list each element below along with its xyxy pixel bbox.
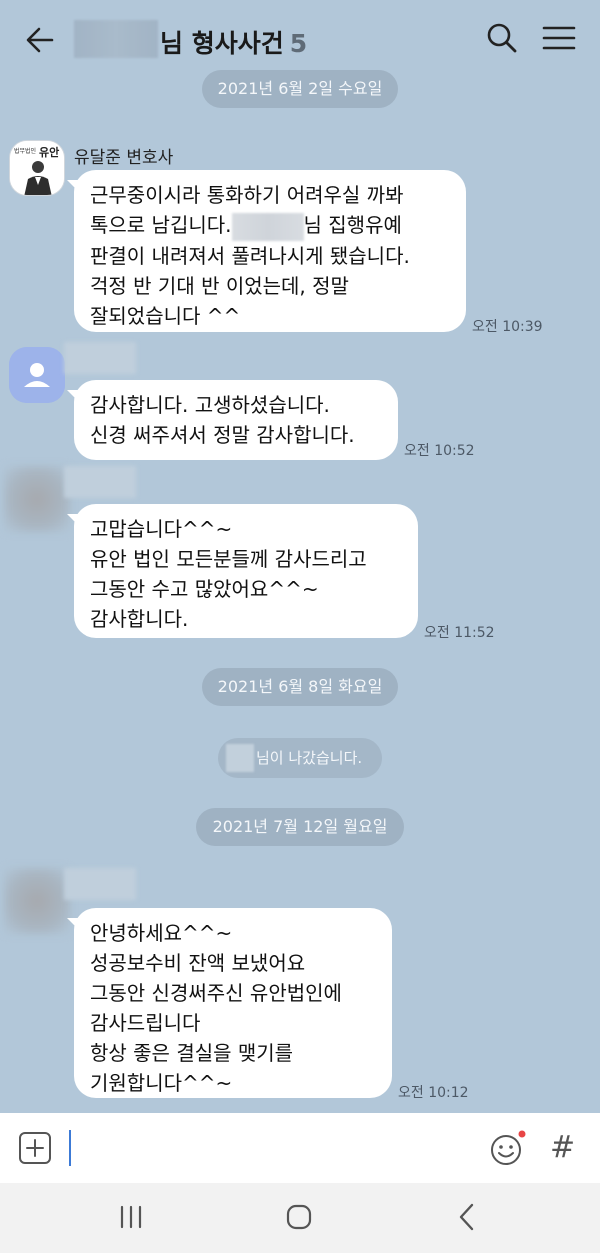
system-back-button[interactable] <box>454 1201 480 1233</box>
system-message: 님이 나갔습니다. <box>218 738 382 778</box>
date-divider: 2021년 6월 2일 수요일 <box>202 70 398 108</box>
message-input[interactable] <box>69 1130 71 1166</box>
message-bubble[interactable]: 근무중이시라 통화하기 어려우실 까봐 톡으로 남깁니다. 님 집행유예 판결이 … <box>67 170 466 332</box>
message-line: 근무중이시라 통화하기 어려우실 까봐 <box>90 183 404 207</box>
message-bubble[interactable]: 감사합니다. 고생하셨습니다. 신경 써주셔서 정말 감사합니다. <box>67 380 398 460</box>
redacted-sender-name <box>64 868 136 900</box>
message-line: 톡으로 남깁니다. 님 집행유예 <box>90 210 450 241</box>
hashtag-button[interactable]: # <box>550 1131 580 1165</box>
recent-apps-button[interactable] <box>116 1203 146 1231</box>
plus-square-icon <box>19 1132 51 1164</box>
svg-text:유안: 유안 <box>39 145 59 159</box>
hamburger-menu-icon <box>542 26 576 50</box>
redacted-name <box>74 20 158 58</box>
chat-title-text: 님 형사사건 <box>160 29 284 58</box>
message-line: 유안 법인 모든분들께 감사드리고 <box>90 547 367 571</box>
message-line: 잘되었습니다 ^^ <box>90 303 241 328</box>
recent-apps-icon <box>120 1205 142 1229</box>
message-line: 감사합니다. 고생하셨습니다. <box>90 393 330 417</box>
message-line: 항상 좋은 결실을 맺기를 <box>90 1041 294 1065</box>
message-line: 신경 써주셔서 정말 감사합니다. <box>90 423 355 447</box>
message-line: 고맙습니다^^~ <box>90 517 233 541</box>
law-firm-logo-icon: 법무법인 유안 <box>10 141 64 195</box>
search-button[interactable] <box>484 20 520 56</box>
message-line: 감사드립니다 <box>90 1011 201 1035</box>
date-divider: 2021년 7월 12일 월요일 <box>196 808 404 846</box>
avatar[interactable]: 법무법인 유안 <box>9 140 65 196</box>
message-line: 그동안 신경써주신 유안법인에 <box>90 981 342 1005</box>
back-button[interactable] <box>22 22 58 58</box>
system-navigation-bar <box>0 1183 600 1253</box>
avatar[interactable] <box>4 868 70 934</box>
message-line-part: 톡으로 남깁니다. <box>90 213 232 237</box>
chevron-left-icon <box>459 1203 474 1231</box>
avatar[interactable] <box>9 347 65 403</box>
message-line: 안녕하세요^^~ <box>90 921 233 945</box>
system-message-text: 님이 나갔습니다. <box>256 749 363 767</box>
message-line: 감사합니다. <box>90 607 189 631</box>
member-count: 5 <box>289 29 308 58</box>
default-profile-icon <box>9 347 65 403</box>
message-line: 걱정 반 기대 반 이었는데, 정말 <box>90 273 349 298</box>
message-line: 그동안 수고 많았어요^^~ <box>90 577 319 601</box>
home-icon <box>286 1204 312 1230</box>
arrow-left-icon <box>26 27 54 53</box>
message-bubble[interactable]: 고맙습니다^^~ 유안 법인 모든분들께 감사드리고 그동안 수고 많았어요^^… <box>67 504 418 638</box>
attach-button[interactable] <box>18 1131 52 1165</box>
sender-name: 유달준 변호사 <box>74 148 174 168</box>
date-divider: 2021년 6월 8일 화요일 <box>202 668 398 706</box>
chat-title: 님 형사사건 5 <box>160 24 307 60</box>
emoji-icon <box>491 1130 526 1165</box>
redacted-sender-name <box>64 466 136 498</box>
redacted-sender-name <box>64 342 136 374</box>
avatar[interactable] <box>4 466 70 532</box>
home-button[interactable] <box>284 1202 314 1232</box>
message-time: 오전 10:12 <box>398 1085 469 1101</box>
svg-text:법무법인: 법무법인 <box>14 147 36 155</box>
message-time: 오전 10:39 <box>472 319 543 335</box>
search-icon <box>487 23 517 53</box>
message-time: 오전 11:52 <box>424 625 495 641</box>
message-input-bar: # <box>0 1113 600 1183</box>
message-line: 판결이 내려져서 풀려나시게 됐습니다. <box>90 243 410 268</box>
message-line: 기원합니다^^~ <box>90 1071 233 1095</box>
message-bubble[interactable]: 안녕하세요^^~ 성공보수비 잔액 보냈어요 그동안 신경써주신 유안법인에 감… <box>67 908 392 1098</box>
message-line-part: 님 집행유예 <box>303 213 402 237</box>
message-time: 오전 10:52 <box>404 443 475 459</box>
menu-button[interactable] <box>540 20 578 56</box>
message-line: 성공보수비 잔액 보냈어요 <box>90 951 306 975</box>
redacted-name <box>226 744 254 772</box>
redacted-name <box>231 212 304 241</box>
emoji-button[interactable] <box>488 1129 528 1167</box>
chat-header: 님 형사사건 5 <box>0 0 600 78</box>
